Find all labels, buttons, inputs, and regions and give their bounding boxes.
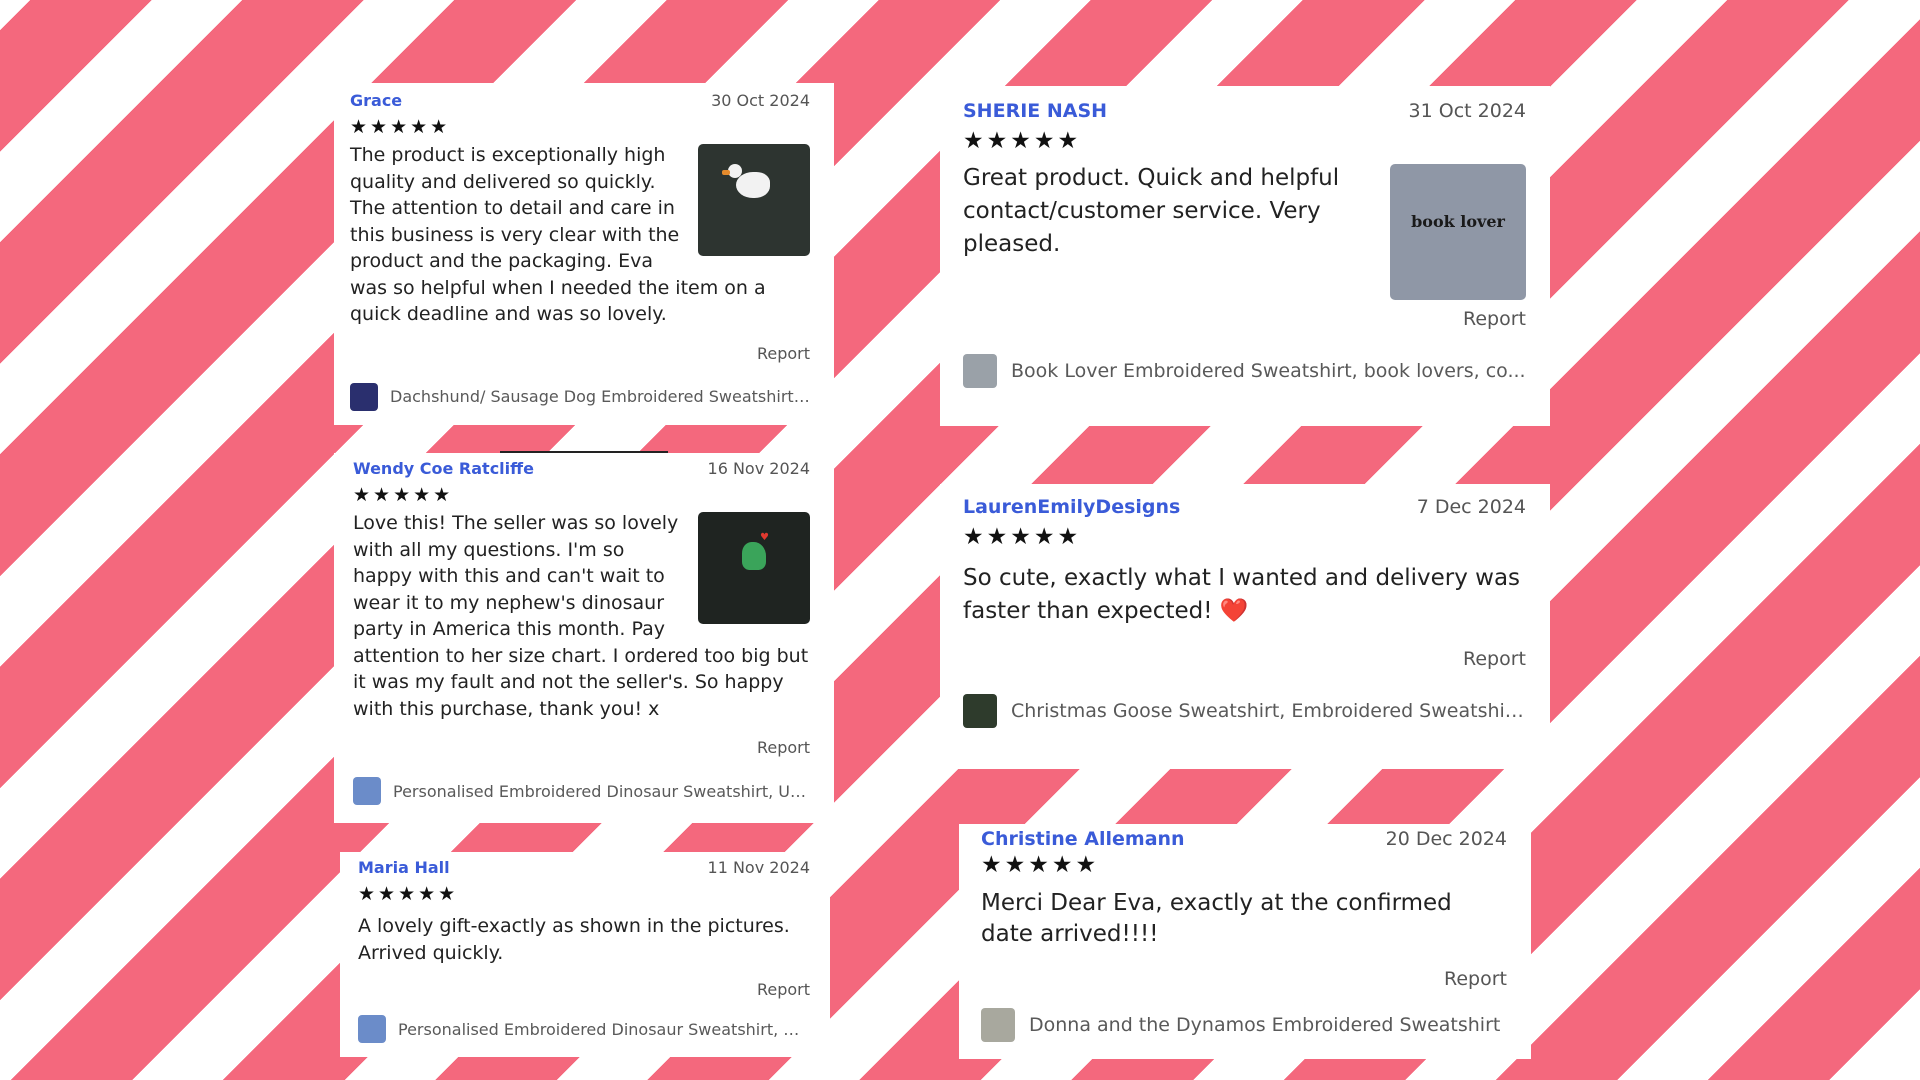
review-header: LaurenEmilyDesigns 7 Dec 2024 <box>963 496 1526 518</box>
report-link[interactable]: Report <box>358 980 810 999</box>
product-title: Christmas Goose Sweatshirt, Embroidered … <box>1011 700 1526 722</box>
review-photo-thumbnail[interactable]: book lover <box>1390 164 1526 300</box>
purchased-product-link[interactable]: Book Lover Embroidered Sweatshirt, book … <box>963 354 1526 388</box>
review-date: 31 Oct 2024 <box>1408 100 1526 122</box>
review-text: Merci Dear Eva, exactly at the confirmed… <box>981 890 1452 947</box>
review-text: A lovely gift-exactly as shown in the pi… <box>358 915 790 964</box>
review-date: 7 Dec 2024 <box>1416 496 1526 518</box>
product-thumbnail <box>963 354 997 388</box>
product-thumbnail <box>350 382 378 411</box>
purchased-product-link[interactable]: Donna and the Dynamos Embroidered Sweats… <box>981 1008 1507 1042</box>
review-photo-thumbnail[interactable]: ♥ <box>698 512 810 624</box>
product-title: Dachshund/ Sausage Dog Embroidered Sweat… <box>390 387 810 406</box>
review-date: 11 Nov 2024 <box>707 858 810 877</box>
review-header: Maria Hall 11 Nov 2024 <box>358 858 810 877</box>
reviewer-name[interactable]: Grace <box>350 91 402 110</box>
product-thumbnail <box>358 1015 386 1043</box>
review-header: SHERIE NASH 31 Oct 2024 <box>963 100 1526 122</box>
star-rating-icon: ★★★★★ <box>358 883 459 905</box>
reviewer-name[interactable]: Wendy Coe Ratcliffe <box>353 459 534 478</box>
review-card-lauren: LaurenEmilyDesigns 7 Dec 2024 ★★★★★ So c… <box>940 484 1550 769</box>
review-text: So cute, exactly what I wanted and deliv… <box>963 565 1521 624</box>
product-title: Personalised Embroidered Dinosaur Sweats… <box>393 781 810 801</box>
product-thumbnail <box>353 777 381 805</box>
purchased-product-link[interactable]: Personalised Embroidered Dinosaur Sweats… <box>353 777 810 805</box>
star-rating-icon: ★★★★★ <box>981 852 1100 878</box>
report-link[interactable]: Report <box>353 738 810 757</box>
reviewer-name[interactable]: Maria Hall <box>358 858 450 877</box>
product-title: Donna and the Dynamos Embroidered Sweats… <box>1029 1014 1501 1036</box>
book-lover-embroidery: book lover <box>1411 212 1505 231</box>
report-link[interactable]: Report <box>963 308 1526 330</box>
review-date: 20 Dec 2024 <box>1385 828 1507 850</box>
product-thumbnail <box>981 1008 1015 1042</box>
star-rating-icon: ★★★★★ <box>963 524 1082 550</box>
review-date: 16 Nov 2024 <box>707 459 810 478</box>
product-title: Book Lover Embroidered Sweatshirt, book … <box>1011 360 1526 382</box>
review-photo-thumbnail[interactable] <box>698 144 810 256</box>
review-header: Wendy Coe Ratcliffe 16 Nov 2024 <box>353 459 810 478</box>
review-header: Grace 30 Oct 2024 <box>350 91 810 110</box>
purchased-product-link[interactable]: Dachshund/ Sausage Dog Embroidered Sweat… <box>350 382 810 411</box>
report-link[interactable]: Report <box>350 344 810 363</box>
star-rating-icon: ★★★★★ <box>353 484 454 506</box>
product-title: Personalised Embroidered Dinosaur Sweats… <box>398 1019 810 1039</box>
star-rating-icon: ★★★★★ <box>350 116 451 138</box>
review-card-maria: Maria Hall 11 Nov 2024 ★★★★★ A lovely gi… <box>340 852 830 1057</box>
review-card-wendy: Wendy Coe Ratcliffe 16 Nov 2024 ★★★★★ ♥ … <box>334 453 834 823</box>
review-body: book lover Great product. Quick and help… <box>963 162 1526 300</box>
product-thumbnail <box>963 694 997 728</box>
review-card-christine: Christine Allemann 20 Dec 2024 ★★★★★ Mer… <box>959 824 1531 1059</box>
review-body: The product is exceptionally high qualit… <box>350 142 810 328</box>
review-card-sherie: SHERIE NASH 31 Oct 2024 ★★★★★ book lover… <box>940 86 1550 426</box>
review-card-grace: Grace 30 Oct 2024 ★★★★★ The product is e… <box>334 83 834 425</box>
review-header: Christine Allemann 20 Dec 2024 <box>981 828 1507 850</box>
report-link[interactable]: Report <box>981 968 1507 990</box>
review-date: 30 Oct 2024 <box>711 91 810 110</box>
star-rating-icon: ★★★★★ <box>963 128 1082 154</box>
reviewer-name[interactable]: Christine Allemann <box>981 828 1185 850</box>
heart-icon: ♥ <box>760 532 769 543</box>
reviewer-name[interactable]: SHERIE NASH <box>963 100 1107 122</box>
purchased-product-link[interactable]: Personalised Embroidered Dinosaur Sweats… <box>358 1015 810 1043</box>
reviewer-name[interactable]: LaurenEmilyDesigns <box>963 496 1180 518</box>
purchased-product-link[interactable]: Christmas Goose Sweatshirt, Embroidered … <box>963 694 1526 728</box>
report-link[interactable]: Report <box>963 648 1526 670</box>
dinosaur-icon <box>742 542 766 570</box>
review-body: ♥ Love this! The seller was so lovely wi… <box>353 510 810 722</box>
